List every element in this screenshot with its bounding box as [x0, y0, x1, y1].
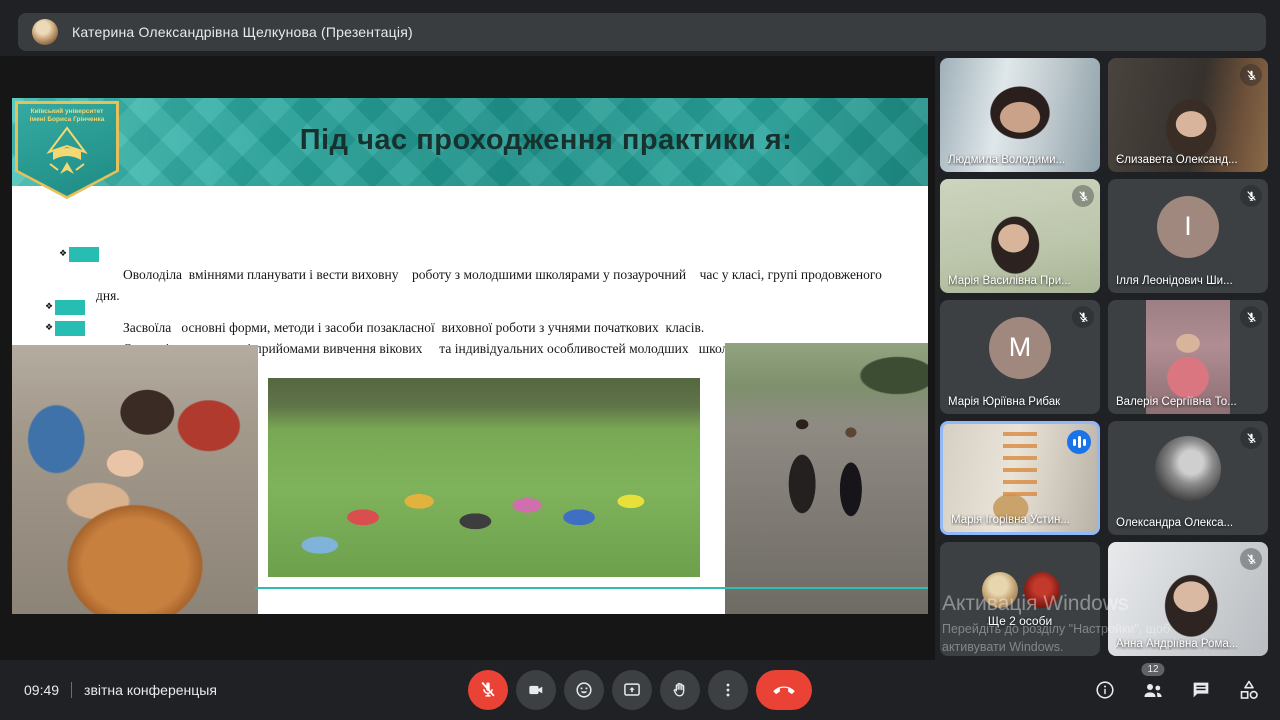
bullet-marker: ❖ [45, 247, 99, 262]
photo-children-walking [725, 343, 928, 614]
participant-count-badge: 12 [1141, 663, 1164, 676]
chat-button[interactable] [1188, 677, 1214, 703]
participant-tile[interactable]: Людмила Володими... [940, 58, 1100, 172]
participant-name: Єлизавета Олександ... [1116, 154, 1238, 166]
mic-off-icon [1240, 306, 1262, 328]
participant-name: Марія Ігорівна Устин... [951, 514, 1070, 526]
reactions-button[interactable] [564, 670, 604, 710]
people-button[interactable]: 12 [1140, 677, 1166, 703]
mic-off-icon [478, 680, 498, 700]
participant-name: Ілля Леонідович Ши... [1116, 275, 1233, 287]
participant-tile[interactable]: Олександра Олекса... [1108, 421, 1268, 535]
bullet-marker: ❖ [45, 321, 85, 336]
divider [71, 682, 72, 698]
open-book-emblem [40, 126, 94, 178]
letter-avatar: І [1157, 196, 1219, 258]
speaking-indicator-icon [1067, 430, 1091, 454]
participant-name: Марія Василівна При... [948, 275, 1071, 287]
participant-name: Валерія Сергіївна То... [1116, 396, 1237, 408]
smiley-icon [574, 680, 594, 700]
mic-off-icon [1240, 64, 1262, 86]
raise-hand-icon [670, 680, 690, 700]
present-screen-icon [622, 680, 642, 700]
end-call-button[interactable] [756, 670, 812, 710]
chat-icon [1190, 679, 1212, 701]
participant-name: Анна Андріївна Рома... [1116, 638, 1238, 650]
group-avatar [1024, 572, 1060, 608]
presentation-slide: Під час проходження практики я: Київськи… [12, 98, 928, 614]
people-icon [1141, 678, 1165, 702]
mic-off-icon [1072, 185, 1094, 207]
participant-tile[interactable]: Валерія Сергіївна То... [1108, 300, 1268, 414]
participant-tile[interactable]: Марія Василівна При... [940, 179, 1100, 293]
overflow-participants-tile[interactable]: Ще 2 особи [940, 542, 1100, 656]
activities-button[interactable] [1236, 677, 1262, 703]
participant-name: Людмила Володими... [948, 154, 1065, 166]
clock-time: 09:49 [24, 682, 59, 698]
camera-button[interactable] [516, 670, 556, 710]
meet-window: Катерина Олександрівна Щелкунова (Презен… [0, 0, 1280, 720]
mic-off-icon [1240, 427, 1262, 449]
group-avatar [982, 572, 1018, 608]
participant-name: Олександра Олекса... [1116, 517, 1233, 529]
university-logo-text: Київський університет імені Бориса Грінч… [24, 108, 110, 124]
letter-avatar: М [989, 317, 1051, 379]
call-end-icon [773, 679, 795, 701]
participant-tile[interactable]: І Ілля Леонідович Ши... [1108, 179, 1268, 293]
meeting-info: 09:49 звітна конференцыя [24, 660, 217, 720]
more-vert-icon [718, 680, 738, 700]
mic-off-icon [1072, 306, 1094, 328]
slide-header-band: Під час проходження практики я: [12, 98, 928, 186]
slide-divider-line [255, 587, 928, 589]
bullet-marker: ❖ [45, 300, 85, 315]
present-screen-button[interactable] [612, 670, 652, 710]
background-ladder [1003, 432, 1037, 502]
participant-tile-active-speaker[interactable]: Марія Ігорівна Устин... [940, 421, 1100, 535]
presenter-name: Катерина Олександрівна Щелкунова (Презен… [72, 24, 413, 40]
presenter-banner[interactable]: Катерина Олександрівна Щелкунова (Презен… [18, 13, 1266, 51]
panel-controls: 12 [1092, 660, 1262, 720]
mic-off-button[interactable] [468, 670, 508, 710]
mic-off-icon [1240, 185, 1262, 207]
call-controls [468, 670, 812, 710]
camera-icon [526, 680, 546, 700]
participant-name: Марія Юріївна Рибак [948, 396, 1060, 408]
photo-children-huddle [12, 345, 258, 614]
overflow-count-label: Ще 2 особи [940, 614, 1100, 628]
participant-tile[interactable]: М Марія Юріївна Рибак [940, 300, 1100, 414]
raise-hand-button[interactable] [660, 670, 700, 710]
info-icon [1094, 679, 1116, 701]
participant-tile[interactable]: Анна Андріївна Рома... [1108, 542, 1268, 656]
presentation-stage[interactable]: Під час проходження практики я: Київськи… [0, 56, 935, 660]
meeting-details-button[interactable] [1092, 677, 1118, 703]
photo-children-exercising [268, 378, 700, 577]
more-options-button[interactable] [708, 670, 748, 710]
slide-title: Під час проходження практики я: [172, 124, 920, 157]
mic-off-icon [1240, 548, 1262, 570]
activities-icon [1237, 678, 1261, 702]
presenter-avatar [32, 19, 58, 45]
photo-avatar [1155, 436, 1221, 502]
meeting-name: звітна конференцыя [84, 682, 217, 698]
meeting-toolbar: 09:49 звітна конференцыя [0, 660, 1280, 720]
participant-tile[interactable]: Єлизавета Олександ... [1108, 58, 1268, 172]
